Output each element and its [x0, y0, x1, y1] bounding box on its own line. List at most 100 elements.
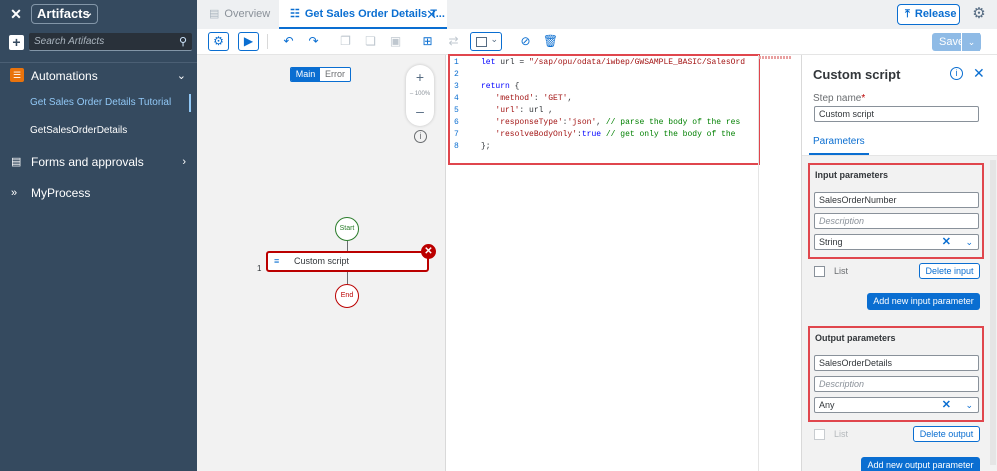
mode-main[interactable]: Main [291, 68, 320, 81]
tab-get-sales-order-details[interactable]: ☷ Get Sales Order Details T... ✕ [279, 0, 447, 29]
code-comment: // get only the body of the [605, 130, 736, 139]
clear-icon[interactable]: ✕ [942, 398, 951, 412]
error-icon[interactable]: ✕ [421, 244, 436, 259]
line-number: 8 [454, 142, 459, 151]
code-editor[interactable]: 1 let url = "/sap/opu/odata/iwbep/GWSAMPL… [445, 54, 808, 471]
code-line: 8}; [454, 142, 491, 151]
shape-select[interactable]: ⌄ [470, 32, 502, 51]
delete-output-button[interactable]: Delete output [913, 426, 980, 442]
input-parameters-title: Input parameters [815, 170, 889, 180]
scrollbar[interactable] [990, 160, 996, 465]
paste-icon[interactable]: ▣ [385, 32, 406, 51]
save-options-chevron-icon[interactable]: ⌄ [961, 33, 981, 51]
process-icon: ☷ [290, 8, 300, 20]
search-input[interactable] [29, 34, 169, 49]
end-node[interactable]: End [335, 284, 359, 308]
code-line: 5 'url': url , [454, 106, 554, 115]
line-number: 6 [454, 118, 459, 127]
run-icon[interactable]: ▶ [238, 32, 259, 51]
sidebar-item-myprocess[interactable]: » MyProcess [0, 179, 197, 207]
gear-icon[interactable]: ⚙ [971, 6, 987, 22]
close-icon[interactable]: ✕ [973, 65, 985, 82]
sidebar-item-label: MyProcess [31, 186, 91, 200]
output-list-checkbox[interactable] [814, 429, 825, 440]
chevron-right-icon: › [182, 156, 186, 168]
zoom-in-icon[interactable]: + [406, 69, 434, 85]
string-literal: 'url' [495, 106, 520, 115]
toolbar: ⚙ ▶ ↶ ↷ ❐ ❏ ▣ ⊞ ⇄ ⌄ ⊘ 🗑 Save ⌄ [197, 29, 997, 55]
add-input-parameter-button[interactable]: Add new input parameter [867, 293, 980, 310]
chevron-down-icon[interactable]: ⌄ [965, 398, 973, 412]
chevron-down-icon: ⌄ [490, 34, 498, 44]
input-name-field[interactable]: SalesOrderNumber [814, 192, 979, 208]
output-description-field[interactable]: Description [814, 376, 979, 392]
output-list-label: List [834, 429, 849, 439]
release-button[interactable]: ⤒ Release [897, 4, 960, 25]
delete-icon[interactable]: 🗑 [540, 32, 561, 51]
connector-line [347, 272, 348, 284]
close-icon[interactable]: ✕ [8, 6, 24, 22]
sidebar-subitem-label: GetSalesOrderDetails [30, 125, 128, 136]
input-type-value: String [819, 237, 843, 247]
sidebar-item-automations[interactable]: ☰ Automations ⌄ [0, 62, 197, 89]
search-icon[interactable]: ⚲ [179, 35, 187, 48]
zoom-control: + – 100% – [406, 65, 434, 126]
string-literal: 'resolveBodyOnly' [495, 130, 578, 139]
zoom-out-icon[interactable]: – [406, 103, 434, 119]
output-name-field[interactable]: SalesOrderDetails [814, 355, 979, 371]
code-comment: // parse the body of the res [605, 118, 741, 127]
debug-icon[interactable]: ⚙ [208, 32, 229, 51]
info-icon[interactable]: i [950, 67, 963, 80]
sidebar-subitem-tutorial[interactable]: Get Sales Order Details Tutorial [0, 89, 197, 117]
input-type-select[interactable]: String ✕ ⌄ [814, 234, 979, 250]
line-number: 5 [454, 106, 459, 115]
add-group-icon[interactable]: ⊞ [417, 32, 438, 51]
mode-error[interactable]: Error [320, 68, 350, 81]
line-number: 7 [454, 130, 459, 139]
custom-script-node[interactable]: ≡ Custom script [266, 251, 429, 272]
swap-icon[interactable]: ⇄ [443, 32, 464, 51]
chevron-down-icon: ⌄ [84, 8, 93, 19]
copy-icon[interactable]: ❐ [335, 32, 356, 51]
clear-icon[interactable]: ✕ [942, 235, 951, 249]
keyword: let [481, 58, 496, 67]
input-list-checkbox[interactable] [814, 266, 825, 277]
tab-overview-label: Overview [224, 8, 271, 20]
start-node[interactable]: Start [335, 217, 359, 241]
process-canvas[interactable]: Main Error + – 100% – i Start 1 ≡ Custom… [197, 55, 451, 471]
top-bar: ✕ Artifacts ⌄ ▤ Overview ☷ Get Sales Order… [0, 0, 997, 29]
chevron-down-icon[interactable]: ⌄ [965, 235, 973, 249]
duplicate-icon[interactable]: ❏ [360, 32, 381, 51]
step-name-field[interactable]: Custom script [814, 106, 979, 122]
undo-icon[interactable]: ↶ [278, 32, 299, 51]
info-icon[interactable]: i [414, 130, 427, 143]
sidebar-item-label: Forms and approvals [31, 155, 144, 169]
panel-title: Custom script [813, 67, 901, 82]
string-literal: "/sap/opu/odata/iwbep/GWSAMPLE_BASIC/Sal… [529, 58, 746, 67]
artifacts-menu-button[interactable]: Artifacts ⌄ [31, 4, 98, 24]
sidebar-item-forms[interactable]: ▤ Forms and approvals › [0, 148, 197, 176]
sidebar-subitem-label: Get Sales Order Details Tutorial [30, 97, 172, 108]
process-icon: » [11, 187, 18, 199]
add-output-parameter-button[interactable]: Add new output parameter [861, 457, 980, 471]
tab-close-icon[interactable]: ✕ [426, 0, 437, 29]
add-artifact-icon[interactable]: + [9, 35, 24, 50]
mode-toggle[interactable]: Main Error [290, 67, 351, 82]
custom-script-node-label: Custom script [294, 256, 350, 266]
redo-icon[interactable]: ↷ [303, 32, 324, 51]
upload-icon: ⤒ [905, 8, 910, 20]
minimap [759, 56, 792, 59]
line-number: 3 [454, 82, 459, 91]
tab-overview[interactable]: ▤ Overview [206, 0, 276, 29]
visibility-off-icon[interactable]: ⊘ [515, 32, 536, 51]
tab-active-label: Get Sales Order Details T... [304, 8, 445, 20]
input-description-field[interactable]: Description [814, 213, 979, 229]
code-line: 7 'resolveBodyOnly':true // get only the… [454, 130, 736, 139]
tab-parameters[interactable]: Parameters [813, 136, 865, 147]
code-line: 6 'responseType':'json', // parse the bo… [454, 118, 741, 127]
automation-icon: ☰ [10, 68, 24, 82]
zoom-level: – 100% [406, 91, 434, 97]
sidebar-subitem-getsalesorderdetails[interactable]: GetSalesOrderDetails [0, 117, 197, 145]
delete-input-button[interactable]: Delete input [919, 263, 980, 279]
output-type-select[interactable]: Any ✕ ⌄ [814, 397, 979, 413]
